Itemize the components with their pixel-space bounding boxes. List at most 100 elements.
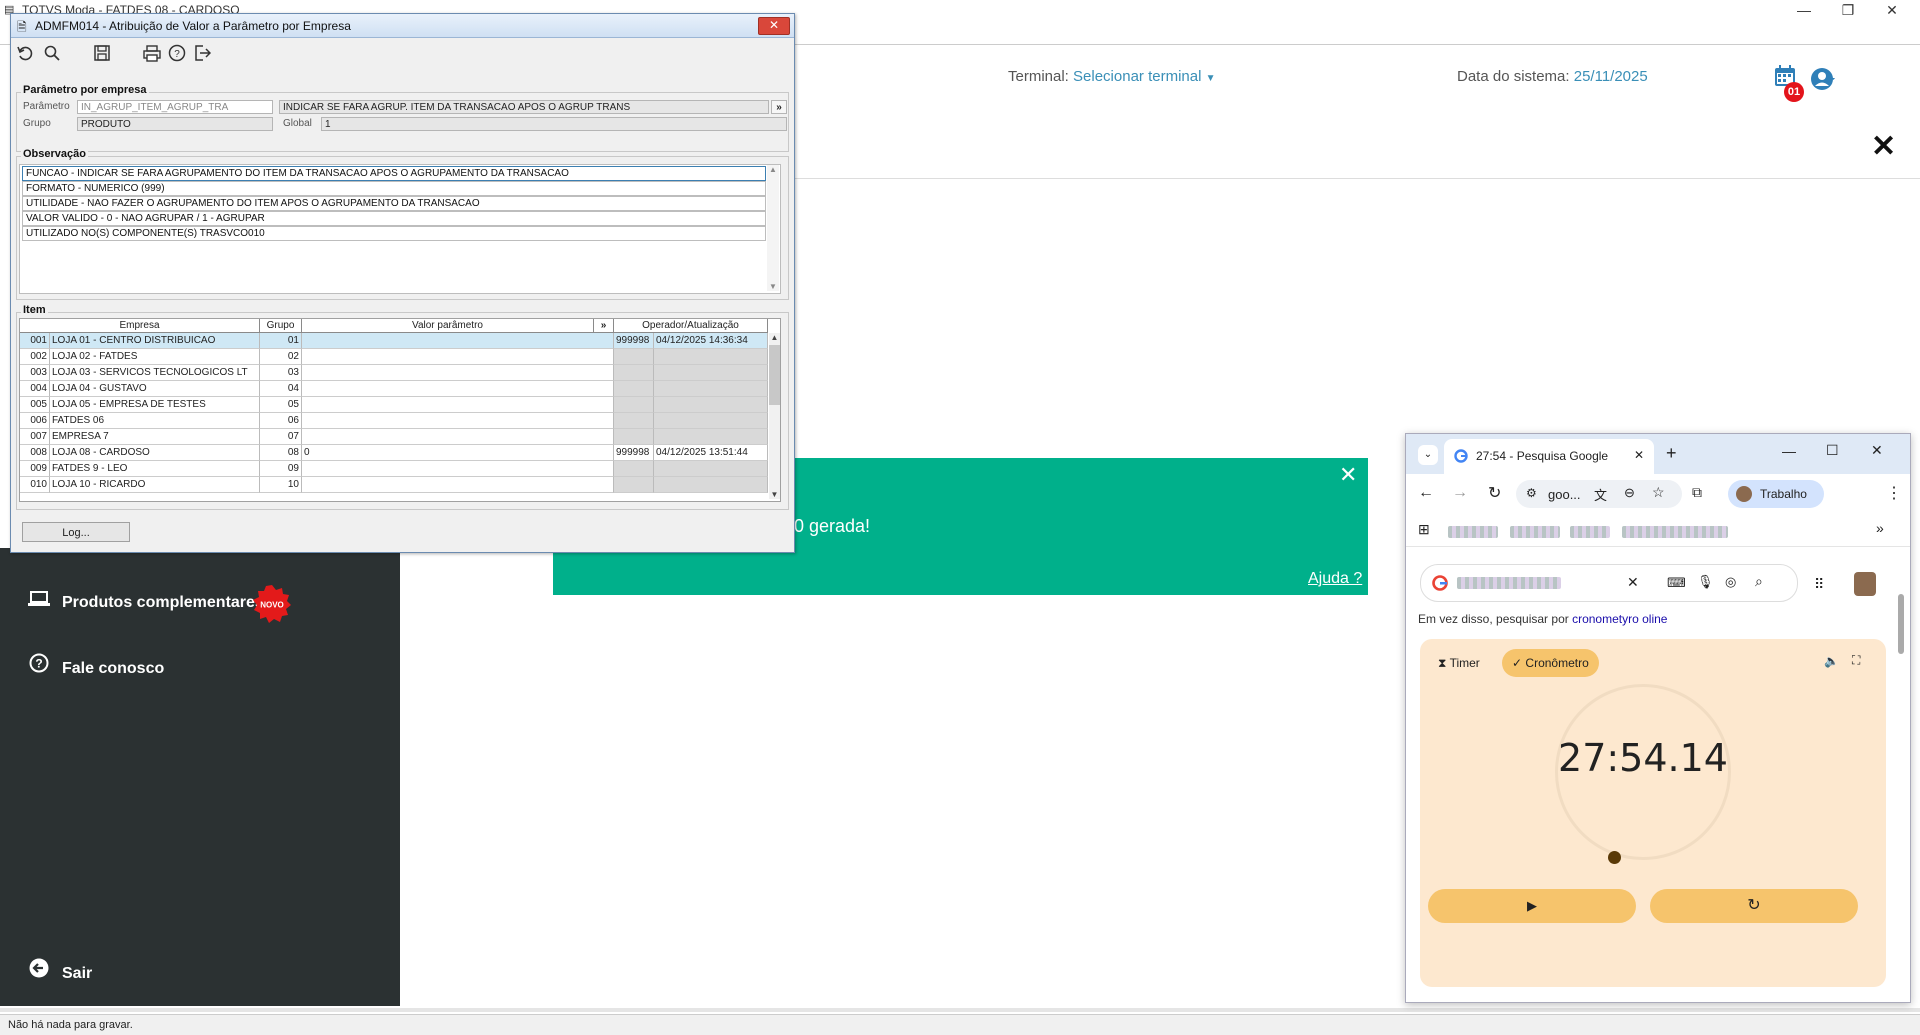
exit-arrow-icon <box>26 958 52 983</box>
tab-close-icon[interactable]: ✕ <box>1634 448 1644 462</box>
bookmark-star-icon[interactable]: ☆ <box>1652 484 1665 501</box>
observacao-textarea[interactable]: FUNCAO - INDICAR SE FARA AGRUPAMENTO DO … <box>19 164 781 294</box>
reload-icon[interactable]: ↻ <box>1488 483 1501 503</box>
minimize-button[interactable]: — <box>1782 0 1826 22</box>
cell-name: LOJA 03 - SERVICOS TECNOLOGICOS LT <box>50 365 260 381</box>
table-row[interactable]: 005 LOJA 05 - EMPRESA DE TESTES 05 <box>20 397 768 413</box>
table-row[interactable]: 001 LOJA 01 - CENTRO DISTRIBUICAO 01 999998… <box>20 333 768 349</box>
back-icon[interactable]: ← <box>1418 484 1434 502</box>
user-avatar-icon[interactable] <box>1810 66 1836 92</box>
page-scrollbar[interactable] <box>1898 594 1904 654</box>
items-grid: Empresa Grupo Valor parâmetro » Operador… <box>19 318 781 502</box>
cell-valor[interactable] <box>302 397 614 413</box>
play-icon: ▶ <box>1527 898 1537 913</box>
google-search-box[interactable]: ✕ ⌨ 🎙 ◎ ⌕ <box>1420 564 1798 602</box>
search-icon[interactable]: ⌕ <box>1755 573 1763 590</box>
browser-tab[interactable]: 27:54 - Pesquisa Google ✕ <box>1444 439 1654 474</box>
dialog-titlebar[interactable]: 🗎 ADMFM014 - Atribuição de Valor a Parâm… <box>11 14 794 38</box>
column-header-empresa[interactable]: Empresa <box>20 319 260 333</box>
print-icon[interactable] <box>143 44 161 62</box>
restore-button[interactable]: ❐ <box>1826 0 1870 22</box>
reset-button[interactable]: ↻ <box>1650 889 1858 923</box>
novo-badge-text: NOVO <box>260 601 284 610</box>
translate-icon[interactable]: 文 <box>1594 485 1607 504</box>
table-row[interactable]: 007 EMPRESA 7 07 <box>20 429 768 445</box>
table-row[interactable]: 003 LOJA 03 - SERVICOS TECNOLOGICOS LT 03 <box>20 365 768 381</box>
more-bookmarks-icon[interactable]: » <box>1876 520 1884 536</box>
help-link[interactable]: Ajuda ? <box>1308 570 1362 588</box>
cell-data <box>654 429 768 445</box>
extensions-icon[interactable]: ⧉ <box>1692 484 1702 501</box>
cell-valor[interactable] <box>302 381 614 397</box>
table-row[interactable]: 009 FATDES 9 - LEO 09 <box>20 461 768 477</box>
grid-scrollbar[interactable]: ▲ ▼ <box>769 333 780 499</box>
cell-code: 009 <box>20 461 50 477</box>
cell-valor[interactable]: 0 <box>302 445 614 461</box>
minimize-icon[interactable]: — <box>1782 443 1796 459</box>
apps-icon[interactable]: ⠿ <box>1814 576 1824 593</box>
address-bar[interactable]: ⚙ goo... 文 ⊖ ☆ <box>1516 480 1682 508</box>
avatar[interactable] <box>1854 572 1876 596</box>
cell-valor[interactable] <box>302 413 614 429</box>
play-button[interactable]: ▶ <box>1428 889 1636 923</box>
dialog-toolbar: ? <box>11 38 794 66</box>
zoom-icon[interactable]: ⊖ <box>1624 485 1635 501</box>
timer-tab[interactable]: ⧗ Timer <box>1430 649 1488 677</box>
maximize-icon[interactable]: ☐ <box>1826 442 1839 459</box>
close-icon[interactable]: ✕ <box>1871 132 1896 162</box>
stopwatch-tab[interactable]: ✓ Cronômetro <box>1502 649 1599 677</box>
suggestion-link[interactable]: cronometyro oline <box>1572 612 1667 626</box>
column-header-operador[interactable]: Operador/Atualização <box>614 319 768 333</box>
scrollbar[interactable]: ▲ ▼ <box>767 165 779 291</box>
clear-icon[interactable]: ✕ <box>1627 574 1639 591</box>
microphone-icon[interactable]: 🎙 <box>1697 574 1714 590</box>
table-row[interactable]: 006 FATDES 06 06 <box>20 413 768 429</box>
close-icon[interactable]: ✕ <box>1871 442 1883 459</box>
close-app-button[interactable]: ✕ <box>1870 0 1914 22</box>
undo-icon[interactable] <box>16 44 34 62</box>
table-row[interactable]: 010 LOJA 10 - RICARDO 10 <box>20 477 768 493</box>
bookmark-item[interactable] <box>1570 526 1610 538</box>
save-icon[interactable] <box>93 44 111 62</box>
terminal-selector[interactable]: Terminal: Selecionar terminal ▼ <box>1008 68 1216 85</box>
cell-valor[interactable] <box>302 429 614 445</box>
tab-search-chevron-icon[interactable]: ⌄ <box>1418 445 1438 465</box>
cell-valor[interactable] <box>302 461 614 477</box>
table-row[interactable]: 004 LOJA 04 - GUSTAVO 04 <box>20 381 768 397</box>
forward-icon[interactable]: → <box>1452 484 1468 502</box>
column-header-valor[interactable]: Valor parâmetro <box>302 319 594 333</box>
column-header-grupo[interactable]: Grupo <box>260 319 302 333</box>
sidebar-item-sair[interactable]: Sair <box>26 958 92 983</box>
toast-close-icon[interactable]: ✕ <box>1339 462 1357 488</box>
column-expand-button[interactable]: » <box>594 319 614 333</box>
sidebar-item-fale-conosco[interactable]: ? Fale conosco <box>26 653 164 678</box>
bookmark-item[interactable] <box>1510 526 1560 538</box>
cell-code: 001 <box>20 333 50 349</box>
param-code-field[interactable]: IN_AGRUP_ITEM_AGRUP_TRA <box>77 100 273 114</box>
profile-button[interactable]: Trabalho <box>1728 480 1824 508</box>
keyboard-icon[interactable]: ⌨ <box>1667 575 1686 591</box>
help-icon[interactable]: ? <box>168 44 186 62</box>
bookmark-item[interactable] <box>1622 526 1728 538</box>
sound-icon[interactable]: 🔈 <box>1824 654 1839 668</box>
expand-button[interactable]: » <box>771 100 787 114</box>
table-row[interactable]: 008 LOJA 08 - CARDOSO 08 0 999998 04/12/2025 … <box>20 445 768 461</box>
camera-lens-icon[interactable]: ◎ <box>1725 574 1736 590</box>
cell-valor[interactable] <box>302 333 614 349</box>
cell-valor[interactable] <box>302 477 614 493</box>
table-row[interactable]: 002 LOJA 02 - FATDES 02 <box>20 349 768 365</box>
terminal-value[interactable]: Selecionar terminal <box>1073 68 1201 85</box>
bookmark-item[interactable] <box>1448 526 1498 538</box>
search-icon[interactable] <box>43 44 61 62</box>
cell-valor[interactable] <box>302 365 614 381</box>
menu-icon[interactable]: ⋮ <box>1886 483 1902 503</box>
site-settings-icon[interactable]: ⚙ <box>1526 486 1537 500</box>
log-button[interactable]: Log... <box>22 522 130 542</box>
fullscreen-icon[interactable]: ⛶ <box>1852 653 1860 668</box>
sidebar-item-produtos[interactable]: Produtos complementares <box>26 591 264 612</box>
cell-valor[interactable] <box>302 349 614 365</box>
new-tab-icon[interactable]: + <box>1666 443 1677 464</box>
exit-icon[interactable] <box>193 44 211 62</box>
apps-grid-icon[interactable]: ⊞ <box>1418 521 1430 538</box>
dialog-close-button[interactable]: ✕ <box>758 17 790 35</box>
